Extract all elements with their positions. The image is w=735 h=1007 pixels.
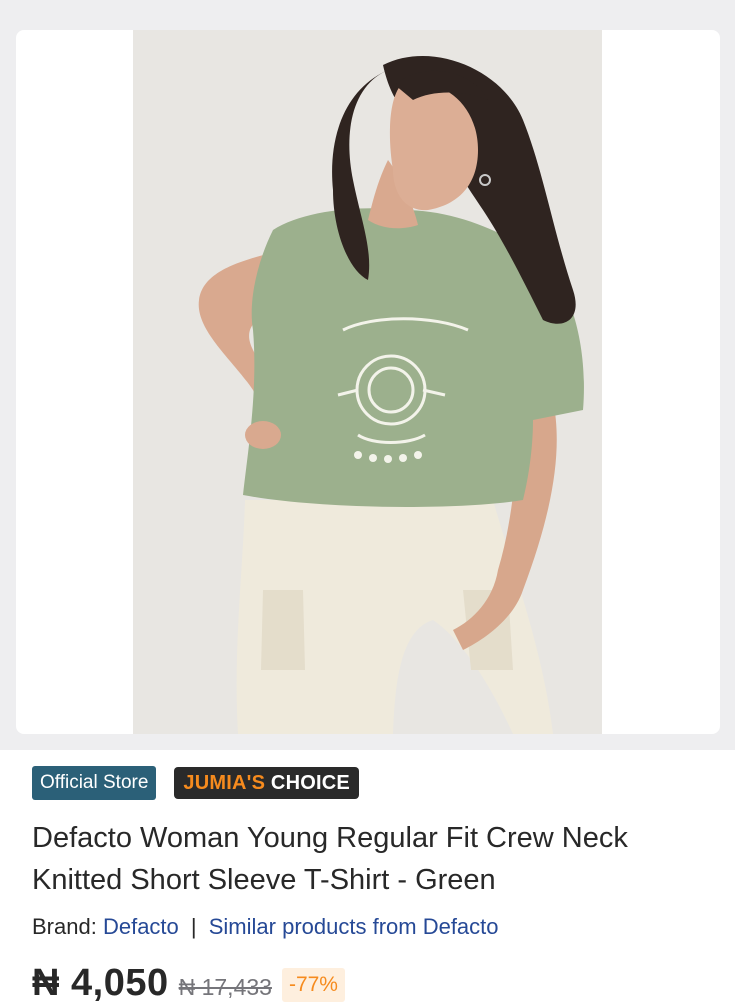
brand-link[interactable]: Defacto xyxy=(103,914,179,939)
brand-label: Brand: xyxy=(32,914,97,939)
choice-suffix: CHOICE xyxy=(270,772,350,794)
old-price: ₦ 17,433 xyxy=(178,974,272,1000)
price-row: ₦ 4,050 ₦ 17,433 -77% xyxy=(32,962,345,1006)
similar-products-link[interactable]: Similar products from Defacto xyxy=(209,914,499,939)
badge-row: Official Store JUMIA'S CHOICE xyxy=(32,766,359,800)
brand-line: Brand: Defacto | Similar products from D… xyxy=(32,914,499,940)
choice-prefix: JUMIA'S xyxy=(183,772,266,794)
jumias-choice-badge: JUMIA'S CHOICE xyxy=(174,767,359,799)
brand-separator: | xyxy=(190,914,197,939)
product-image-card[interactable] xyxy=(16,30,720,734)
current-price: ₦ 4,050 xyxy=(32,962,169,1004)
product-page: Official Store JUMIA'S CHOICE Defacto Wo… xyxy=(0,0,735,1007)
official-store-badge[interactable]: Official Store xyxy=(32,766,157,800)
product-photo[interactable] xyxy=(133,30,602,734)
discount-badge: -77% xyxy=(281,968,345,1002)
product-title: Defacto Woman Young Regular Fit Crew Nec… xyxy=(32,822,628,896)
